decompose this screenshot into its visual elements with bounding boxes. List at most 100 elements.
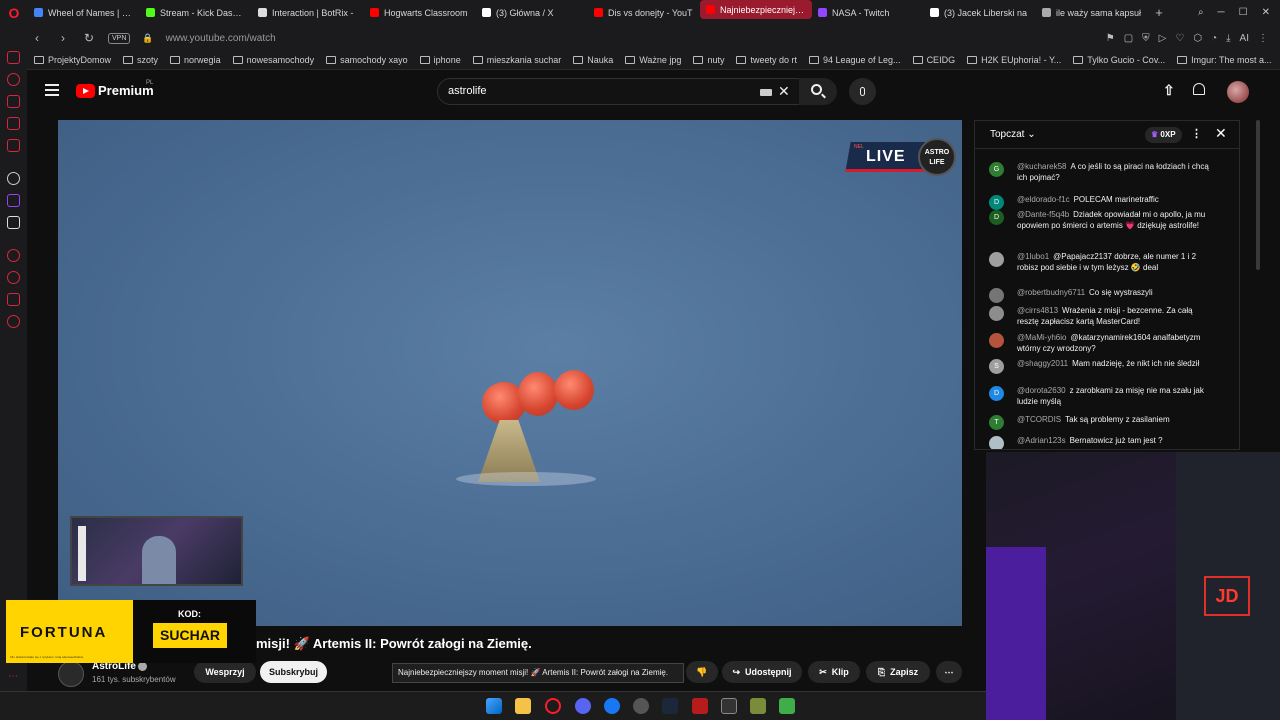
forward-icon[interactable]: ›: [56, 31, 70, 45]
chat-author-name[interactable]: @robertbudny6711: [1017, 288, 1085, 297]
browser-menu-icon[interactable]: ⋮: [1258, 33, 1268, 44]
browser-tab[interactable]: Stream - Kick Dashbo: [140, 0, 252, 25]
notifications-bell-icon[interactable]: [1193, 83, 1205, 95]
sidebar-x-icon[interactable]: [7, 216, 20, 229]
game-taskbar-icon[interactable]: [750, 698, 766, 714]
play-icon[interactable]: ▷: [1159, 33, 1167, 44]
opera-logo-icon[interactable]: O: [0, 0, 28, 25]
minecraft-taskbar-icon[interactable]: [779, 698, 795, 714]
sidebar-wallet-icon[interactable]: [7, 95, 20, 108]
browser-tab[interactable]: (3) Główna / X: [476, 0, 588, 25]
terminal-taskbar-icon[interactable]: [721, 698, 737, 714]
voice-search-button[interactable]: [849, 78, 876, 105]
browser-tab[interactable]: Hogwarts Classroom: [364, 0, 476, 25]
bookmark-item[interactable]: iphone: [419, 55, 461, 65]
profile-icon[interactable]: ◔: [1211, 33, 1217, 44]
chat-author-avatar[interactable]: [989, 436, 1004, 449]
chat-more-icon[interactable]: ⋮: [1191, 127, 1202, 140]
chat-mode-dropdown[interactable]: Topczat ⌄: [990, 129, 1036, 140]
bookmark-item[interactable]: CEIDG: [912, 55, 955, 65]
sidebar-gmail-icon[interactable]: [7, 139, 20, 152]
chat-scrollbar[interactable]: [1256, 120, 1260, 270]
search-tabs-icon[interactable]: ⌕: [1198, 7, 1204, 18]
bookmark-item[interactable]: Imgur: The most a...: [1177, 55, 1272, 65]
browser-tab[interactable]: ile waży sama kapsuł: [1036, 0, 1148, 25]
bookmark-item[interactable]: Nauka: [573, 55, 613, 65]
extensions-icon[interactable]: ⬡: [1193, 33, 1202, 44]
bookmark-icon[interactable]: ⚑: [1106, 33, 1115, 44]
chat-author-avatar[interactable]: D: [989, 195, 1004, 210]
facebook-taskbar-icon[interactable]: [604, 698, 620, 714]
bookmark-item[interactable]: Tylko Gucio - Cov...: [1073, 55, 1165, 65]
vpn-badge[interactable]: VPN: [108, 32, 131, 44]
bookmark-item[interactable]: 94 League of Leg...: [808, 55, 901, 65]
sidebar-notes-icon[interactable]: [7, 117, 20, 130]
obs-taskbar-icon[interactable]: [633, 698, 649, 714]
chat-author-name[interactable]: @dorota2630: [1017, 386, 1066, 395]
browser-tab[interactable]: Najniebezpieczniejszy: [700, 0, 812, 19]
chat-author-name[interactable]: @kucharek58: [1017, 162, 1066, 171]
chat-author-avatar[interactable]: T: [989, 415, 1004, 430]
clear-search-icon[interactable]: ✕: [778, 83, 790, 100]
browser-tab[interactable]: Wheel of Names | Ran: [28, 0, 140, 25]
bookmark-item[interactable]: Ważne jpg: [625, 55, 681, 65]
upload-icon[interactable]: ⇧: [1163, 82, 1175, 99]
bookmark-item[interactable]: ProjektyDomow: [34, 55, 111, 65]
sidebar-messenger-icon[interactable]: [7, 51, 20, 64]
xp-badge[interactable]: ♛ 0XP: [1145, 127, 1182, 143]
hamburger-menu-icon[interactable]: [45, 84, 59, 96]
bookmark-item[interactable]: samochody xayo: [326, 55, 408, 65]
more-actions-button[interactable]: ⋯: [936, 661, 962, 683]
chat-author-avatar[interactable]: D: [989, 210, 1004, 225]
chat-author-avatar[interactable]: [989, 288, 1004, 303]
sidebar-more-icon[interactable]: ⋯: [8, 671, 18, 682]
chat-author-avatar[interactable]: [989, 333, 1004, 348]
chat-author-avatar[interactable]: [989, 252, 1004, 267]
chat-author-name[interactable]: @TCORDIS: [1017, 415, 1061, 424]
bookmark-item[interactable]: nuty: [693, 55, 724, 65]
browser-tab[interactable]: Interaction | BotRix -: [252, 0, 364, 25]
discord-taskbar-icon[interactable]: [575, 698, 591, 714]
sidebar-twitch-icon[interactable]: [7, 194, 20, 207]
minimize-icon[interactable]: ─: [1218, 7, 1225, 18]
reload-icon[interactable]: ↻: [82, 31, 96, 45]
chat-author-name[interactable]: @eldorado-f1c: [1017, 195, 1070, 204]
back-icon[interactable]: ‹: [30, 31, 44, 45]
browser-tab[interactable]: NASA - Twitch: [812, 0, 924, 25]
bookmark-item[interactable]: tweety do rt: [736, 55, 797, 65]
steam-taskbar-icon[interactable]: [662, 698, 678, 714]
subscribe-button[interactable]: Subskrybuj: [260, 661, 327, 683]
chat-author-name[interactable]: @1lubo1: [1017, 252, 1049, 261]
sidebar-settings-icon[interactable]: [7, 315, 20, 328]
browser-tab[interactable]: Dis vs donejty - YouT: [588, 0, 700, 25]
chat-author-avatar[interactable]: D: [989, 386, 1004, 401]
chat-author-name[interactable]: @MaMi-yh6io: [1017, 333, 1066, 342]
save-button[interactable]: ⎘ Zapisz: [866, 661, 930, 683]
dislike-button[interactable]: 👎: [686, 661, 718, 683]
sidebar-chatgpt-icon[interactable]: [7, 172, 20, 185]
search-button[interactable]: [799, 78, 837, 105]
share-button[interactable]: ↪ Udostępnij: [722, 661, 802, 683]
sidebar-extensions-icon[interactable]: [7, 293, 20, 306]
chat-author-name[interactable]: @shaggy2011: [1017, 359, 1068, 368]
browser-tab[interactable]: (3) Jacek Liberski na: [924, 0, 1036, 25]
new-tab-button[interactable]: +: [1148, 5, 1170, 20]
bookmark-item[interactable]: norwegia: [170, 55, 221, 65]
bookmark-item[interactable]: mieszkania suchar: [472, 55, 561, 65]
chat-author-name[interactable]: @cirrs4813: [1017, 306, 1058, 315]
url-field[interactable]: www.youtube.com/watch: [166, 33, 276, 44]
close-window-icon[interactable]: ✕: [1262, 7, 1270, 18]
bookmark-item[interactable]: H2K EUphoria! - Y...: [967, 55, 1061, 65]
chat-author-avatar[interactable]: G: [989, 162, 1004, 177]
heart-icon[interactable]: ♡: [1175, 33, 1184, 44]
support-button[interactable]: Wesprzyj: [194, 661, 256, 683]
chat-author-avatar[interactable]: S: [989, 359, 1004, 374]
clip-button[interactable]: ✂ Klip: [808, 661, 860, 683]
chat-author-avatar[interactable]: [989, 306, 1004, 321]
youtube-logo-icon[interactable]: [76, 84, 95, 98]
bookmark-item[interactable]: szoty: [123, 55, 158, 65]
sidebar-clock-icon[interactable]: [7, 271, 20, 284]
start-menu-icon[interactable]: [486, 698, 502, 714]
chat-author-name[interactable]: @Dante-f5q4b: [1017, 210, 1069, 219]
bookmark-item[interactable]: nowesamochody: [232, 55, 314, 65]
